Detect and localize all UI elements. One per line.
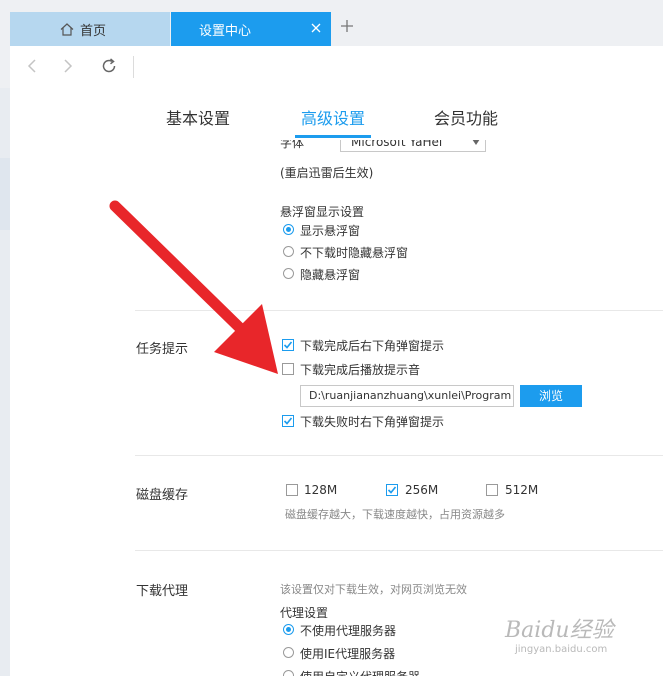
popup-fail-label: 下载失败时右下角弹窗提示: [300, 415, 445, 429]
baidu-watermark: Baidu经验 jingyan.baidu.com: [505, 600, 630, 660]
sound-done-checkbox[interactable]: [282, 363, 294, 375]
tab-basic-settings[interactable]: 基本设置: [166, 105, 230, 129]
float-hide-label: 隐藏悬浮窗: [300, 268, 361, 282]
float-hide-idle-radio[interactable]: [283, 246, 294, 257]
navigation-bar: [10, 46, 663, 89]
tab-home[interactable]: 首页: [10, 12, 170, 46]
browse-button[interactable]: 浏览: [520, 385, 582, 407]
browser-tab-bar: 首页 设置中心: [0, 0, 663, 46]
sound-path-value: D:\ruanjiananzhuang\xunlei\Program: [309, 389, 512, 402]
popup-fail-checkbox[interactable]: [282, 415, 294, 427]
cache-512m-label: 512M: [505, 483, 539, 497]
proxy-ie-label: 使用IE代理服务器: [300, 647, 396, 661]
section-divider: [135, 550, 663, 551]
sidebar-selected-strip: [0, 158, 10, 230]
font-label: 字体: [280, 140, 305, 150]
back-icon[interactable]: [26, 58, 38, 74]
float-hide-idle-label: 不下载时隐藏悬浮窗: [300, 246, 409, 260]
check-icon: [283, 341, 293, 349]
float-show-label: 显示悬浮窗: [300, 224, 361, 238]
tab-member-features[interactable]: 会员功能: [434, 105, 498, 129]
proxy-none-radio[interactable]: [283, 624, 294, 635]
popup-done-label: 下载完成后右下角弹窗提示: [300, 339, 445, 353]
close-icon[interactable]: [309, 21, 323, 35]
cache-256m-checkbox[interactable]: [386, 484, 398, 496]
chevron-down-icon: [472, 140, 480, 145]
float-hide-radio[interactable]: [283, 268, 294, 279]
address-separator: [133, 56, 134, 78]
refresh-icon[interactable]: [100, 57, 118, 75]
active-tab-indicator: [295, 135, 371, 138]
settings-panel: 基本设置 高级设置 会员功能 字体 Microsoft YaHei (重启迅雷后…: [10, 88, 663, 676]
forward-icon[interactable]: [62, 58, 74, 74]
watermark-sub: jingyan.baidu.com: [515, 644, 608, 655]
plus-icon[interactable]: [339, 18, 355, 34]
float-window-title: 悬浮窗显示设置: [280, 205, 365, 219]
popup-done-checkbox[interactable]: [282, 339, 294, 351]
cache-128m-label: 128M: [304, 483, 338, 497]
proxy-custom-radio[interactable]: [283, 670, 294, 676]
settings-tabs: 基本设置 高级设置 会员功能: [10, 88, 663, 140]
tab-home-label: 首页: [80, 23, 107, 39]
proxy-note: 该设置仅对下载生效，对网页浏览无效: [280, 583, 467, 596]
settings-scroll-area[interactable]: 字体 Microsoft YaHei (重启迅雷后生效) 悬浮窗显示设置 显示悬…: [10, 140, 663, 676]
cache-512m-checkbox[interactable]: [486, 484, 498, 496]
proxy-ie-radio[interactable]: [283, 647, 294, 658]
proxy-none-label: 不使用代理服务器: [300, 624, 397, 638]
section-divider: [135, 455, 663, 456]
font-select-value: Microsoft YaHei: [351, 140, 443, 149]
tab-advanced-settings[interactable]: 高级设置: [301, 105, 365, 129]
sound-done-label: 下载完成后播放提示音: [300, 363, 421, 377]
cache-128m-checkbox[interactable]: [286, 484, 298, 496]
restart-note: (重启迅雷后生效): [280, 166, 374, 180]
section-divider: [135, 310, 663, 311]
proxy-subtitle: 代理设置: [280, 606, 329, 620]
proxy-title: 下载代理: [136, 584, 189, 599]
watermark-main: Baidu经验: [505, 618, 614, 643]
float-show-radio[interactable]: [283, 224, 294, 235]
font-select[interactable]: Microsoft YaHei: [340, 140, 486, 152]
left-sidebar-strip: [0, 88, 10, 676]
check-icon: [387, 486, 397, 494]
tab-settings-center[interactable]: 设置中心: [171, 12, 331, 46]
task-notify-title: 任务提示: [136, 342, 189, 357]
proxy-custom-label: 使用自定义代理服务器: [300, 668, 420, 676]
sound-path-input[interactable]: D:\ruanjiananzhuang\xunlei\Program: [300, 385, 514, 407]
cache-256m-label: 256M: [405, 483, 439, 497]
home-icon: [60, 22, 74, 36]
disk-cache-title: 磁盘缓存: [136, 488, 189, 503]
disk-cache-hint: 磁盘缓存越大，下载速度越快，占用资源越多: [285, 508, 505, 521]
check-icon: [283, 417, 293, 425]
tab-settings-label: 设置中心: [199, 23, 252, 39]
